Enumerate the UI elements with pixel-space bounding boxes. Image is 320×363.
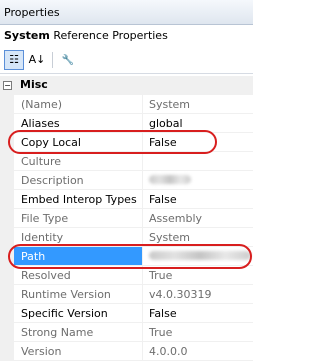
property-row-specific-version[interactable]: Specific Version False [0, 304, 253, 323]
property-row-version[interactable]: Version 4.0.0.0 [0, 342, 253, 361]
property-name: Copy Local [14, 133, 143, 152]
row-gutter [0, 95, 14, 114]
property-value[interactable]: global [143, 114, 253, 133]
property-value[interactable]: False [143, 304, 253, 323]
property-value: True [143, 266, 253, 285]
row-gutter [0, 171, 14, 190]
property-name: File Type [14, 209, 143, 228]
row-gutter [0, 285, 14, 304]
category-label: Misc [20, 78, 48, 91]
redacted-value [149, 175, 191, 184]
property-row-file-type[interactable]: File Type Assembly [0, 209, 253, 228]
window-title: Properties [4, 6, 60, 19]
property-row-runtime-version[interactable]: Runtime Version v4.0.30319 [0, 285, 253, 304]
row-gutter [0, 209, 14, 228]
categorized-button[interactable]: ☷ [4, 50, 24, 70]
row-gutter [0, 133, 14, 152]
property-name: Strong Name [14, 323, 143, 342]
row-gutter [0, 114, 14, 133]
property-name: Runtime Version [14, 285, 143, 304]
property-pages-button[interactable]: 🔧 [58, 50, 78, 70]
categorized-icon: ☷ [9, 53, 19, 66]
redacted-value [149, 251, 251, 260]
property-name: Specific Version [14, 304, 143, 323]
property-row-copy-local[interactable]: Copy Local False [0, 133, 253, 152]
object-name: System [4, 29, 50, 42]
wrench-icon: 🔧 [61, 55, 75, 66]
property-value [143, 152, 253, 171]
property-name: Culture [14, 152, 143, 171]
properties-toolbar: ☷ A↓ 🔧 [0, 47, 253, 74]
properties-title-bar: Properties [0, 0, 253, 25]
property-name: Identity [14, 228, 143, 247]
property-name: Version [14, 342, 143, 361]
property-name: Aliases [14, 114, 143, 133]
property-value: v4.0.30319 [143, 285, 253, 304]
property-value: System [143, 95, 253, 114]
property-row-name[interactable]: (Name) System [0, 95, 253, 114]
toolbar-separator [52, 52, 53, 68]
sort-alphabetical-icon: A↓ [28, 53, 46, 66]
object-type: Reference Properties [53, 29, 168, 42]
property-name: Embed Interop Types [14, 190, 143, 209]
property-name: Resolved [14, 266, 143, 285]
property-value[interactable]: False [143, 133, 253, 152]
property-name: (Name) [14, 95, 143, 114]
property-value: 4.0.0.0 [143, 342, 253, 361]
row-gutter [0, 342, 14, 361]
property-name: Description [14, 171, 143, 190]
property-value: System [143, 228, 253, 247]
property-row-description[interactable]: Description [0, 171, 253, 190]
row-gutter [0, 152, 14, 171]
row-gutter [0, 304, 14, 323]
row-gutter [0, 323, 14, 342]
property-row-strong-name[interactable]: Strong Name True [0, 323, 253, 342]
category-misc[interactable]: − Misc [0, 76, 253, 95]
property-value: Assembly [143, 209, 253, 228]
property-row-culture[interactable]: Culture [0, 152, 253, 171]
alphabetical-button[interactable]: A↓ [27, 50, 47, 70]
row-gutter [0, 190, 14, 209]
property-row-embed-interop-types[interactable]: Embed Interop Types False [0, 190, 253, 209]
property-grid: − Misc (Name) System Aliases global Copy… [0, 76, 253, 363]
property-name: Path [14, 247, 143, 266]
property-value: True [143, 323, 253, 342]
object-selector[interactable]: System Reference Properties [0, 25, 253, 47]
collapse-icon[interactable]: − [3, 81, 12, 90]
property-row-aliases[interactable]: Aliases global [0, 114, 253, 133]
row-gutter [0, 266, 14, 285]
property-row-path[interactable]: Path [0, 247, 253, 266]
row-gutter [0, 247, 14, 266]
row-gutter [0, 228, 14, 247]
property-value [143, 171, 253, 190]
property-row-resolved[interactable]: Resolved True [0, 266, 253, 285]
property-value[interactable]: False [143, 190, 253, 209]
property-row-identity[interactable]: Identity System [0, 228, 253, 247]
property-value [143, 247, 253, 266]
